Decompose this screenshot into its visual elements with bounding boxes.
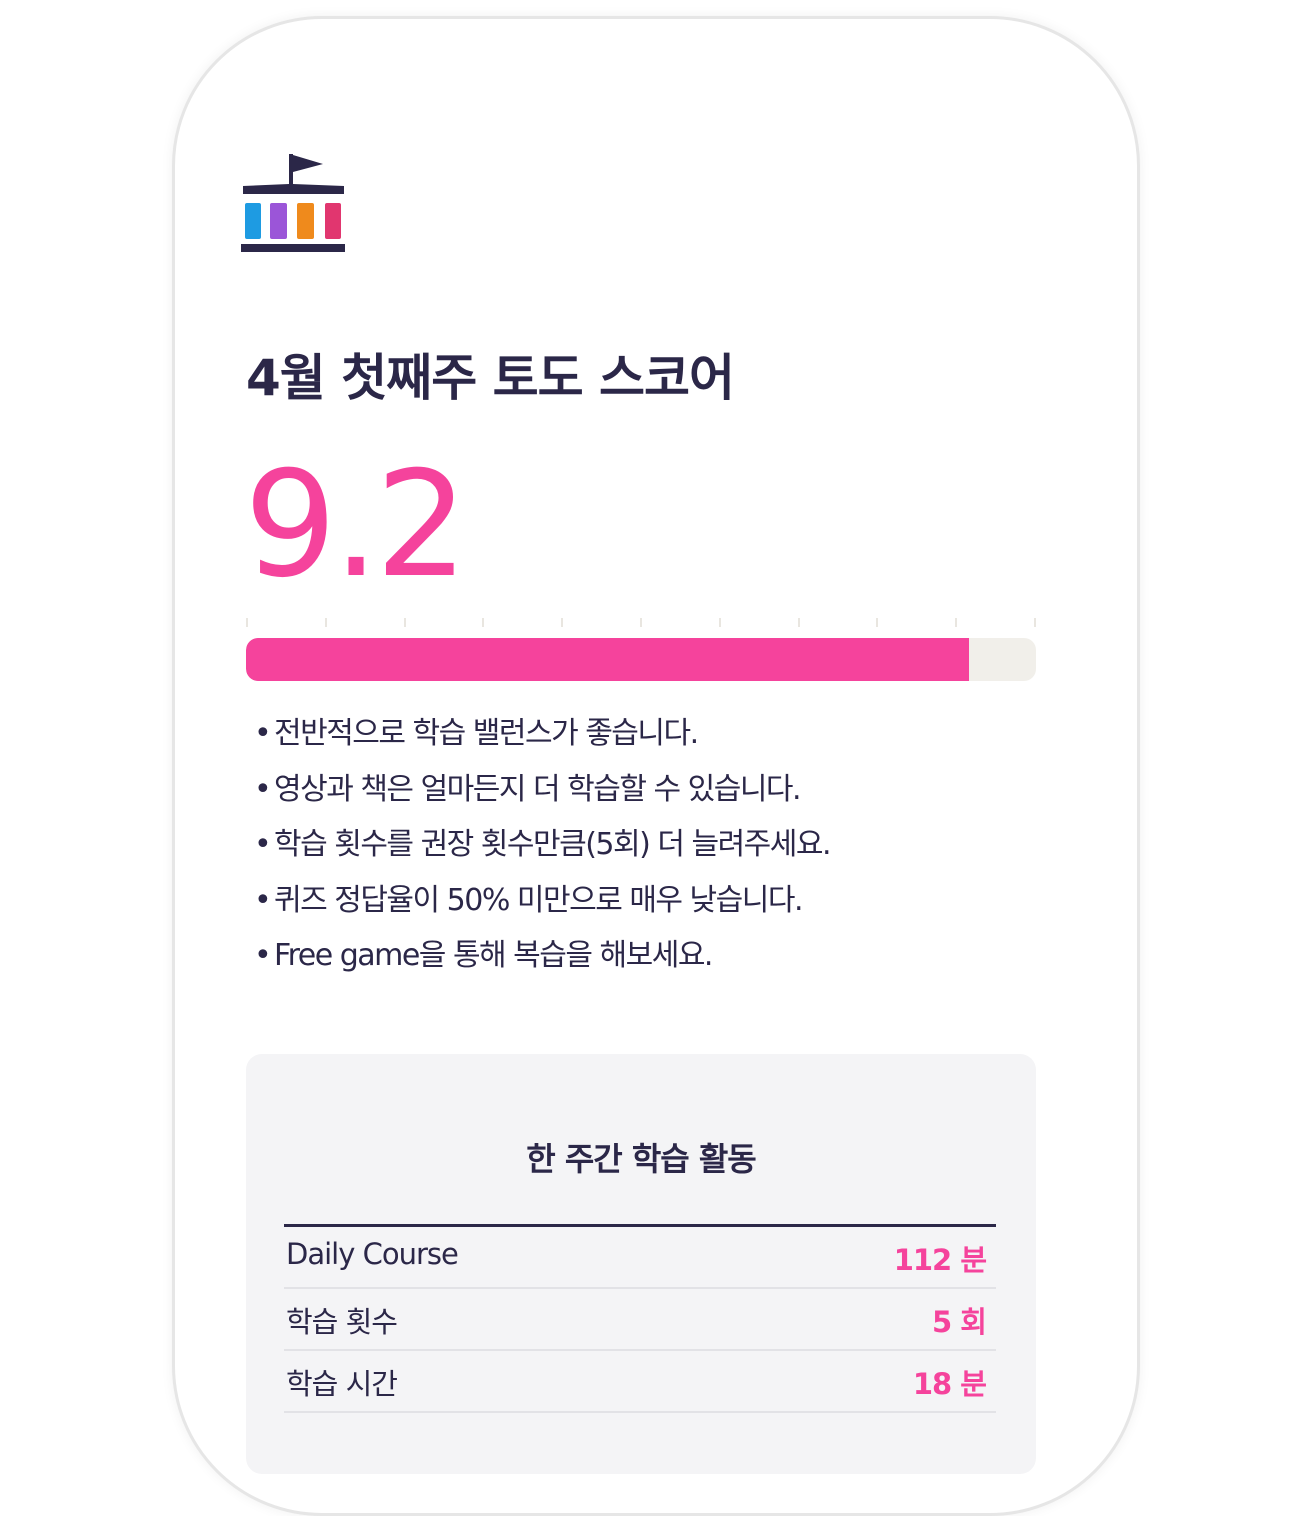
scale-tick [1034, 618, 1036, 627]
stat-value: 112 분 [893, 1243, 987, 1277]
weekly-activity-title: 한 주간 학습 활동 [526, 1140, 757, 1178]
scale-tick [797, 618, 800, 627]
feedback-item: 전반적으로 학습 밸런스가 좋습니다. [254, 706, 830, 762]
scale-tick [718, 618, 721, 627]
scale-tick [403, 618, 406, 627]
table-row: 학습 시간 18 분 [284, 1351, 996, 1413]
scale-tick [482, 618, 485, 627]
table-row: 학습 횟수 5 회 [284, 1289, 996, 1351]
page-title: 4월 첫째주 토도 스코어 [246, 349, 735, 407]
feedback-item: 영상과 책은 얼마든지 더 학습할 수 있습니다. [254, 762, 830, 818]
feedback-item: 퀴즈 정답율이 50% 미만으로 매우 낮습니다. [254, 873, 830, 929]
score-progress-fill [246, 638, 969, 681]
feedback-item: Free game을 통해 복습을 해보세요. [254, 928, 830, 984]
scale-tick [640, 618, 642, 627]
feedback-item: 학습 횟수를 권장 횟수만큼(5회) 더 늘려주세요. [254, 817, 832, 873]
scale-tick [876, 618, 879, 627]
score-progress-bar [246, 638, 1036, 681]
scale-tick [955, 618, 958, 627]
scale-tick [561, 618, 564, 627]
stat-value: 18 분 [912, 1367, 987, 1401]
score-ticks [246, 618, 1036, 628]
scale-tick [246, 618, 248, 627]
stat-label: Daily Course [286, 1237, 459, 1271]
table-row: Daily Course 112 분 [284, 1227, 996, 1289]
stat-label: 학습 시간 [286, 1367, 398, 1401]
school-flag-icon [241, 154, 345, 252]
weekly-stats-table: Daily Course 112 분 학습 횟수 5 회 학습 시간 18 분 [284, 1224, 996, 1413]
scale-tick [324, 618, 327, 627]
score-value: 9.2 [244, 440, 468, 610]
feedback-list: 전반적으로 학습 밸런스가 좋습니다. 영상과 책은 얼마든지 더 학습할 수 … [254, 706, 832, 984]
weekly-activity-card: 한 주간 학습 활동 Daily Course 112 분 학습 횟수 5 회 … [246, 1054, 1036, 1474]
stat-label: 학습 횟수 [286, 1305, 398, 1339]
stat-value: 5 회 [932, 1305, 987, 1339]
